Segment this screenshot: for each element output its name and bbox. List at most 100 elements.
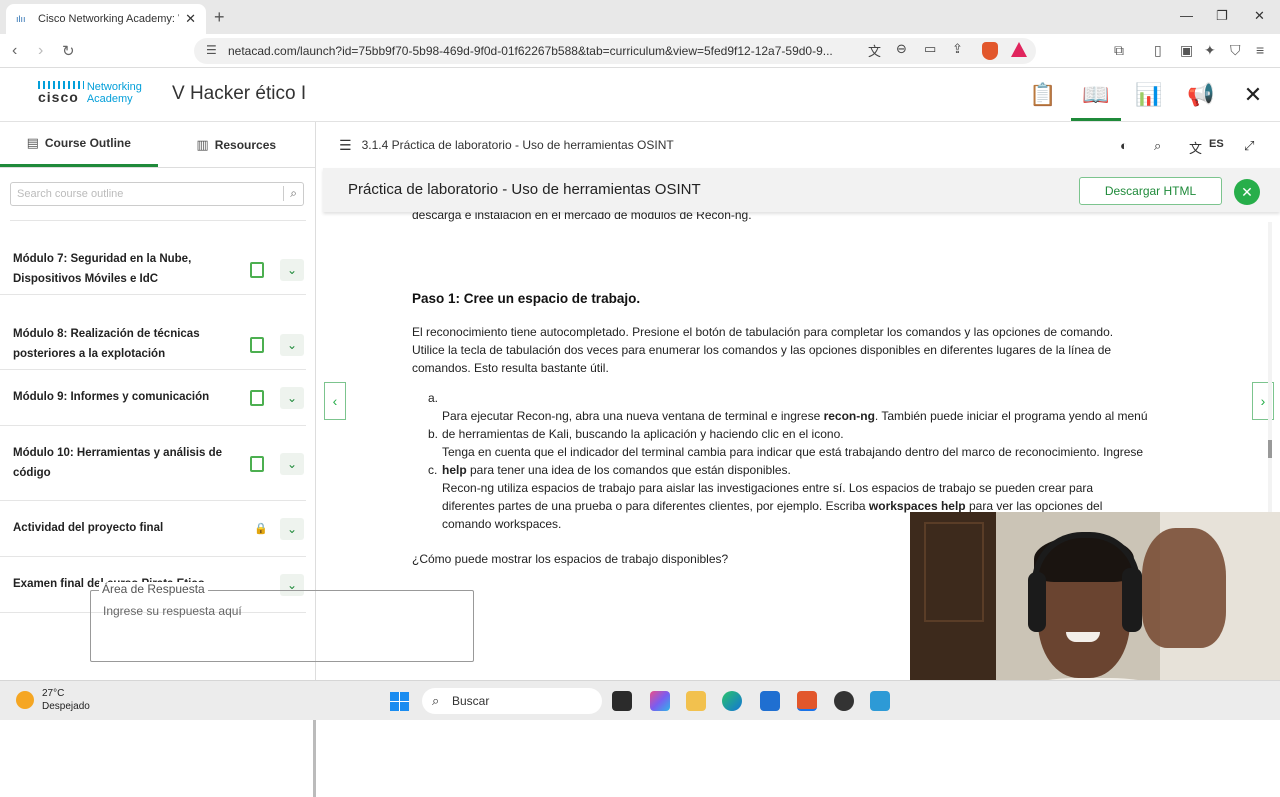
- extensions-icon[interactable]: ⧉: [1114, 42, 1124, 59]
- close-lab-icon[interactable]: ✕: [1234, 179, 1260, 205]
- module-item[interactable]: Módulo 8: Realización de técnicas poster…: [0, 295, 306, 370]
- chevron-down-icon[interactable]: ⌄: [280, 259, 304, 281]
- book-icon[interactable]: 📖: [1081, 80, 1111, 110]
- search-icon[interactable]: ⌕: [283, 186, 297, 201]
- module-label: Actividad del proyecto final: [13, 522, 164, 534]
- weather-widget[interactable]: 27°C Despejado: [16, 687, 90, 713]
- list-marker: a.: [428, 391, 439, 405]
- content-breadcrumb-bar: ☰ 3.1.4 Práctica de laboratorio - Uso de…: [323, 122, 1280, 168]
- leo-icon[interactable]: ✦: [1204, 42, 1216, 59]
- answer-area-field[interactable]: Área de Respuesta Ingrese su respuesta a…: [90, 582, 474, 662]
- item-text: . También puede iniciar el programa yend…: [874, 409, 1148, 423]
- search-outline-input[interactable]: Search course outline ⌕: [10, 182, 304, 206]
- cisco-favicon-icon: ılıı: [16, 14, 26, 24]
- obs-icon[interactable]: [834, 691, 854, 711]
- list-item: b. Tenga en cuenta que el indicador del …: [428, 425, 1143, 477]
- item-text: para tener una idea de los comandos que …: [466, 463, 791, 477]
- module-label: Módulo 8: Realización de técnicas poster…: [13, 328, 200, 360]
- new-tab-icon[interactable]: +: [214, 7, 225, 28]
- tab-resources[interactable]: ▥ Resources: [158, 122, 316, 167]
- dark-mode-icon[interactable]: ◐: [1120, 138, 1128, 153]
- moon-weather-icon: [16, 691, 34, 709]
- windows-start-icon[interactable]: [390, 692, 409, 711]
- site-settings-icon[interactable]: ☰: [206, 43, 217, 57]
- list-marker: b.: [428, 427, 439, 441]
- search-icon[interactable]: ⌕: [1154, 138, 1161, 154]
- chevron-down-icon[interactable]: ⌄: [280, 518, 304, 540]
- share-icon[interactable]: ⇪: [952, 41, 963, 57]
- address-bar[interactable]: ☰ netacad.com/launch?id=75bb9f70-5b98-46…: [194, 38, 1036, 64]
- back-icon[interactable]: ‹: [12, 42, 17, 60]
- module-label: Módulo 10: Herramientas y análisis de có…: [13, 447, 222, 479]
- brave-shields-icon[interactable]: [982, 42, 998, 60]
- module-item[interactable]: Módulo 10: Herramientas y análisis de có…: [0, 426, 306, 501]
- clipboard-icon[interactable]: 📋: [1028, 80, 1058, 110]
- intro-line: El reconocimiento tiene autocompletado. …: [412, 325, 1114, 339]
- browser-tabstrip: ılıı Cisco Networking Academy: V H ✕ + —…: [0, 0, 1280, 34]
- list-item: a. Para ejecutar Recon-ng, abra una nuev…: [428, 389, 1148, 441]
- browser-tab-title: Cisco Networking Academy: V H: [38, 13, 179, 25]
- cast-icon[interactable]: ▭: [924, 41, 936, 57]
- chevron-down-icon[interactable]: ⌄: [280, 334, 304, 356]
- close-icon[interactable]: ✕: [1238, 80, 1268, 110]
- language-code[interactable]: ES: [1209, 138, 1224, 150]
- item-text: de herramientas de Kali, buscando la apl…: [442, 427, 844, 441]
- close-tab-icon[interactable]: ✕: [185, 11, 196, 27]
- download-html-button[interactable]: Descargar HTML: [1079, 177, 1222, 205]
- store-icon[interactable]: [760, 691, 780, 711]
- window-close-icon[interactable]: ✕: [1254, 8, 1265, 24]
- search-icon: ⌕: [432, 693, 440, 708]
- collapse-menu-icon[interactable]: ☰: [339, 137, 352, 154]
- temperature: 27°C: [42, 688, 65, 699]
- browser-toolbar: ‹ › ↻ ⎕ ☰ netacad.com/launch?id=75bb9f70…: [0, 34, 1280, 68]
- answer-placeholder: Ingrese su respuesta aquí: [103, 604, 242, 618]
- app-icon[interactable]: [870, 691, 890, 711]
- task-view-icon[interactable]: [612, 691, 632, 711]
- cisco-networking-academy-logo[interactable]: cisco Networking Academy: [38, 81, 142, 105]
- module-item[interactable]: Módulo 7: Seguridad en la Nube, Disposit…: [0, 220, 306, 295]
- chevron-down-icon[interactable]: ⌄: [280, 387, 304, 409]
- edge-icon[interactable]: [722, 691, 742, 711]
- reload-icon[interactable]: ↻: [62, 42, 75, 60]
- chevron-down-icon[interactable]: ⌄: [280, 453, 304, 475]
- taskbar-search-label: Buscar: [452, 694, 490, 708]
- item-text: diferentes partes de una prueba o para d…: [442, 499, 869, 513]
- brave-browser-icon[interactable]: [797, 691, 817, 711]
- sidebar-toggle-icon[interactable]: ▯: [1154, 42, 1162, 59]
- logo-line2: Academy: [86, 93, 133, 105]
- chart-icon[interactable]: 📊: [1134, 80, 1164, 110]
- url-text: netacad.com/launch?id=75bb9f70-5b98-469d…: [228, 44, 833, 58]
- tab-course-outline[interactable]: ▤ Course Outline: [0, 122, 158, 167]
- file-explorer-icon[interactable]: [686, 691, 706, 711]
- vpn-icon[interactable]: ⛉: [1230, 42, 1241, 59]
- megaphone-icon[interactable]: 📢: [1186, 80, 1216, 110]
- browser-menu-icon[interactable]: ≡: [1256, 42, 1264, 58]
- wallet-icon[interactable]: ▣: [1180, 42, 1193, 59]
- tab-resources-label: Resources: [214, 137, 277, 152]
- expand-icon[interactable]: ⤢: [1244, 138, 1254, 154]
- language-icon[interactable]: 文: [1189, 138, 1202, 157]
- breadcrumb: 3.1.4 Práctica de laboratorio - Uso de h…: [361, 138, 674, 152]
- taskbar-search[interactable]: ⌕ Buscar: [422, 688, 602, 714]
- translate-icon[interactable]: 文: [868, 41, 881, 60]
- logo-line1: Networking: [86, 81, 142, 93]
- module-item[interactable]: Actividad del proyecto final 🔒 ⌄: [0, 501, 306, 557]
- minimize-icon[interactable]: —: [1180, 8, 1193, 23]
- zoom-icon[interactable]: ⊖: [896, 41, 907, 57]
- list-marker: c.: [428, 463, 438, 477]
- browser-tab[interactable]: ılıı Cisco Networking Academy: V H ✕: [6, 4, 206, 34]
- module-list: Módulo 7: Seguridad en la Nube, Disposit…: [0, 220, 316, 613]
- module-label: Módulo 9: Informes y comunicación: [13, 391, 210, 403]
- page-title-bar: Práctica de laboratorio - Uso de herrami…: [323, 168, 1280, 212]
- list-item: c. Recon-ng utiliza espacios de trabajo …: [428, 461, 1102, 531]
- weather-condition: Despejado: [42, 701, 90, 712]
- previous-page-button[interactable]: ‹: [324, 382, 346, 420]
- brave-rewards-icon[interactable]: [1011, 42, 1027, 57]
- module-item[interactable]: Módulo 9: Informes y comunicación ⌄: [0, 370, 306, 426]
- command-text: help: [442, 463, 467, 477]
- step-heading: Paso 1: Cree un espacio de trabajo.: [412, 291, 641, 306]
- maximize-icon[interactable]: ❐: [1216, 8, 1228, 24]
- forward-icon[interactable]: ›: [38, 42, 43, 60]
- document-icon: ▥: [196, 136, 209, 152]
- copilot-icon[interactable]: [650, 691, 670, 711]
